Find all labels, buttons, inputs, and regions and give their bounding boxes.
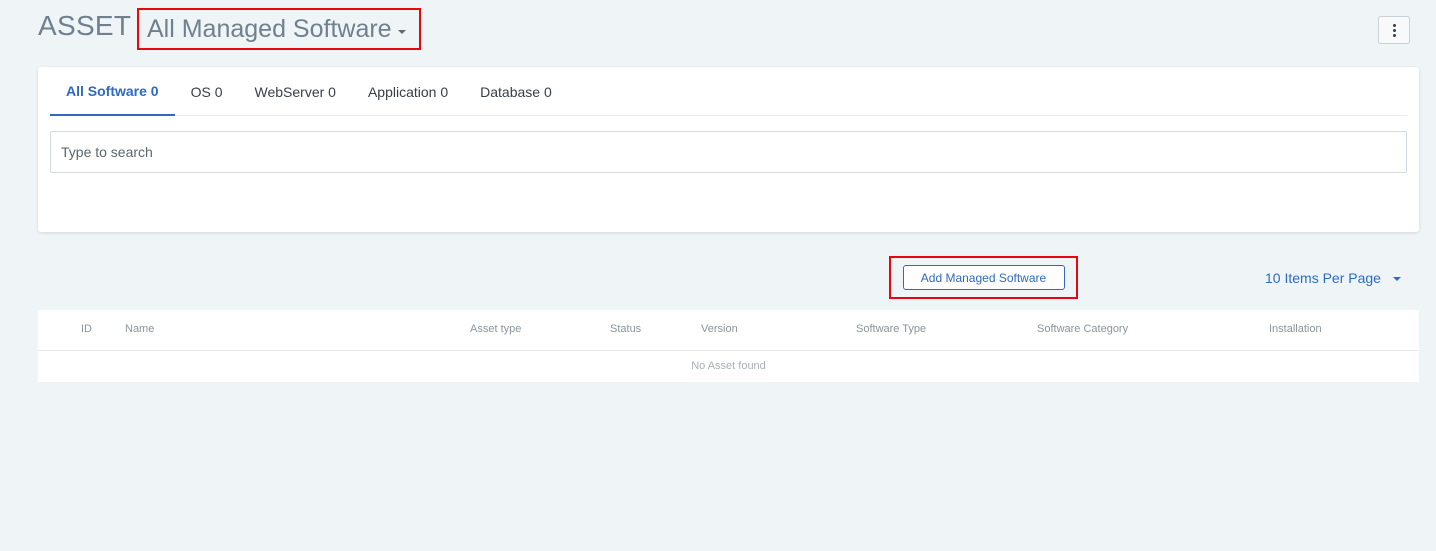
table-header: ID Name Asset type Status Version Softwa…: [38, 310, 1419, 351]
view-selector-dropdown[interactable]: All Managed Software: [137, 8, 421, 50]
tab-application[interactable]: Application 0: [352, 67, 464, 116]
items-per-page-label: 10 Items Per Page: [1265, 270, 1381, 286]
column-header-installation[interactable]: Installation: [1269, 323, 1322, 335]
column-header-version[interactable]: Version: [701, 323, 738, 335]
filter-card: All Software 0 OS 0 WebServer 0 Applicat…: [38, 67, 1419, 232]
page-title: ASSET: [38, 10, 132, 41]
column-header-id[interactable]: ID: [81, 323, 92, 335]
empty-table-message: No Asset found: [691, 360, 766, 372]
kebab-dot: [1392, 23, 1396, 27]
column-header-software-type[interactable]: Software Type: [856, 323, 926, 335]
items-per-page-dropdown[interactable]: 10 Items Per Page: [1265, 270, 1401, 286]
asset-table: ID Name Asset type Status Version Softwa…: [38, 310, 1419, 382]
software-tabs: All Software 0 OS 0 WebServer 0 Applicat…: [50, 67, 1407, 116]
tab-os[interactable]: OS 0: [175, 67, 239, 116]
caret-down-icon: [1392, 276, 1401, 281]
kebab-dot: [1392, 28, 1396, 32]
more-options-button[interactable]: [1378, 16, 1410, 44]
tab-all-software[interactable]: All Software 0: [50, 67, 175, 116]
tab-webserver[interactable]: WebServer 0: [239, 67, 352, 116]
tab-database[interactable]: Database 0: [464, 67, 568, 116]
column-header-name[interactable]: Name: [125, 323, 154, 335]
column-header-software-category[interactable]: Software Category: [1037, 323, 1128, 335]
kebab-dot: [1392, 33, 1396, 37]
column-header-status[interactable]: Status: [610, 323, 641, 335]
add-button-highlight: Add Managed Software: [889, 256, 1078, 299]
search-input[interactable]: [50, 131, 1407, 173]
caret-down-icon: [397, 30, 406, 34]
column-header-asset-type[interactable]: Asset type: [470, 323, 521, 335]
view-selector-label: All Managed Software: [147, 14, 392, 43]
add-managed-software-button[interactable]: Add Managed Software: [902, 265, 1065, 290]
